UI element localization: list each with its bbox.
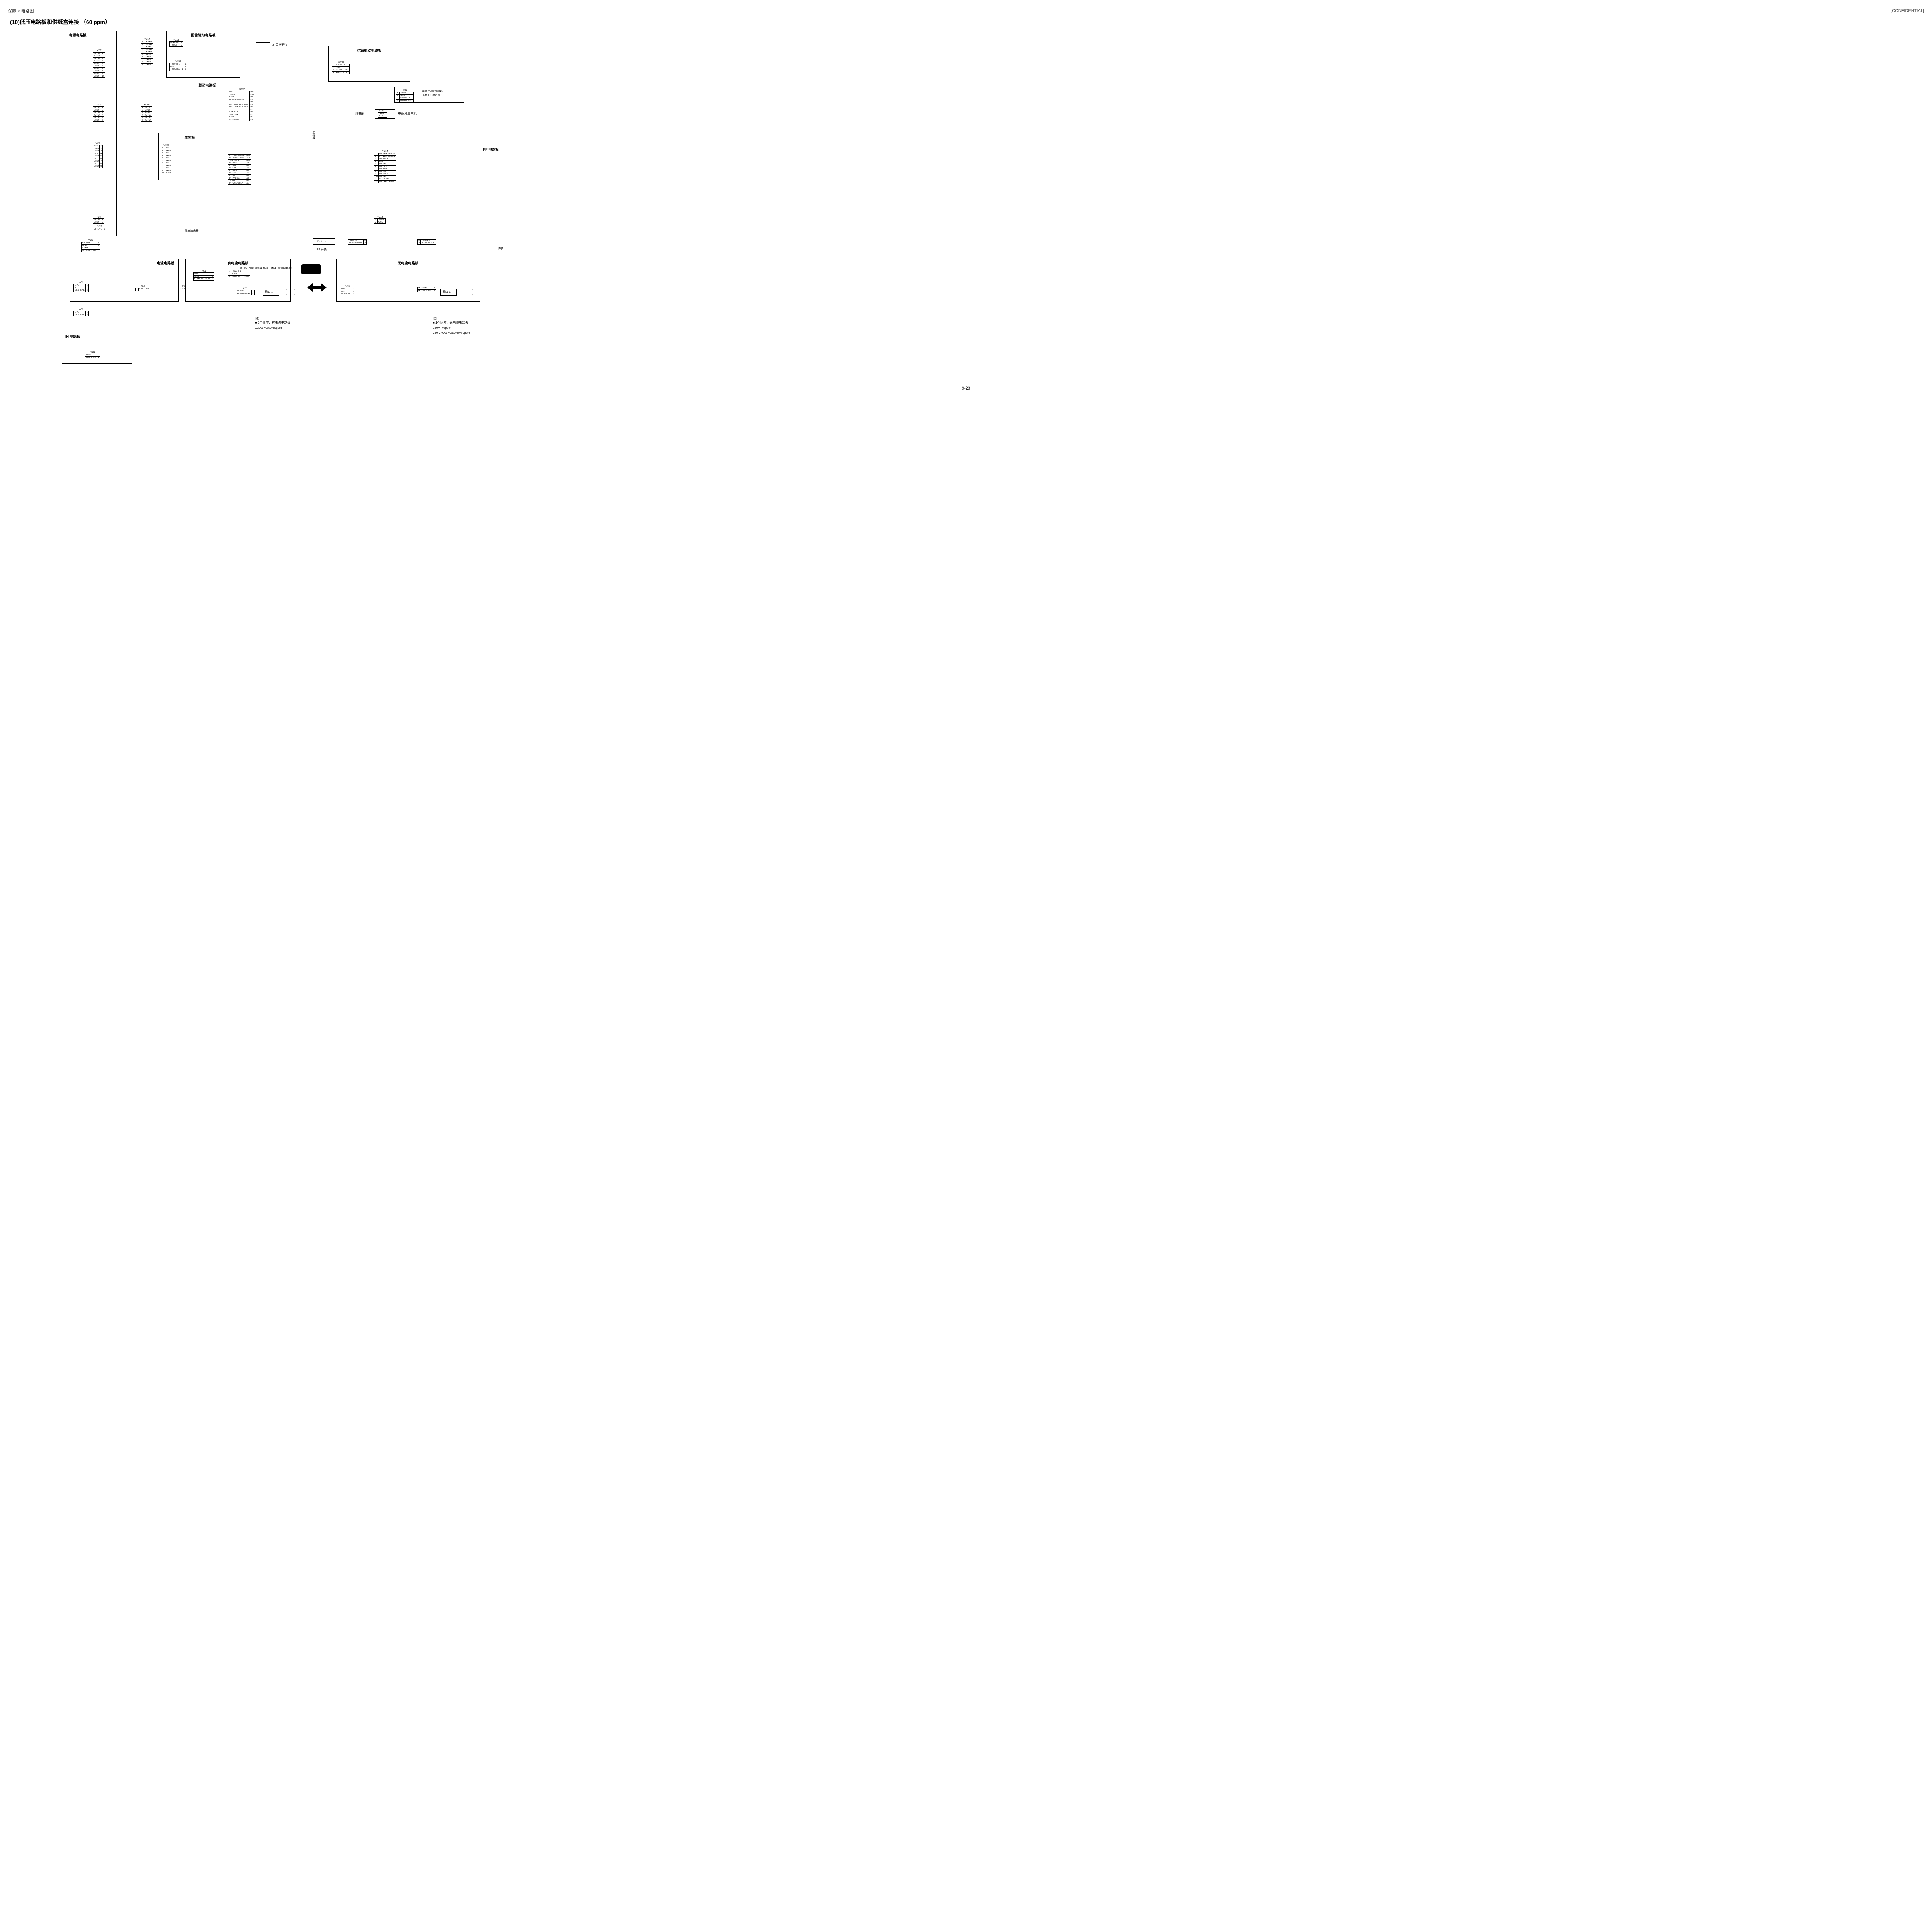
plug-icon-2 (464, 289, 473, 295)
connector-yc1-nc: YC1LIVE1N.C.2NEUTRAL3 (340, 286, 355, 296)
note-right-header: [注] (433, 316, 470, 321)
page-number: 9-23 (8, 386, 1924, 391)
connector-yc10: YC101+24V4 F12GND3ISOMG OUT4+24V3 IL2 F1 (332, 61, 350, 74)
connector-yc1-pfac: AC LIVE1AC NEUTRAL2 (348, 239, 367, 245)
note-left-line1: ■ 1个插座，有电流电路板 (255, 321, 291, 326)
pf-switch-2-label: PF 开关 (317, 248, 327, 252)
pf-board-title: PF 电路板 (483, 147, 499, 152)
note-right: [注] ■ 1个插座，无电流电路板 120V: 70ppm 220-240V: … (433, 316, 470, 336)
connector-pf-ac: 1AC LIVE2AC NEUTRAL (417, 239, 436, 245)
connector-yc5: YC5CH LIVE1 (93, 226, 106, 231)
ih-board-title: IH 电路板 (65, 334, 132, 339)
connector-yc1-ih: YC1LIVE1NEUTRAL2 (85, 351, 100, 359)
pf-switch-1-label: PF 开关 (317, 239, 327, 243)
connector-yc8: YC8+24V41GND2+24V33+24V44+24V45GND6 (93, 104, 104, 122)
current-board-title: 电流电路板 (157, 260, 174, 265)
connector-yc1-wc3: YC1AC LIVE1AC NEUTRAL2 (236, 287, 255, 295)
connector-yc1-wc: YC1+5V21GND2CURRENT MON3 (193, 270, 214, 281)
note-right-line1: ■ 1个插座，无电流电路板 (433, 321, 470, 326)
plug-icon (286, 289, 295, 295)
connector-yc12a: YC12N.C.B12TEMPB11GNDB10HUMTEMP CLKB9B8L… (228, 88, 255, 121)
connector-yc1-nc2: AC LIVE1AC NEUTRAL2 (417, 287, 436, 292)
connector-yc7: YC7+24V31+24V32+24V23+24V24GND5GND6GND7G… (93, 50, 105, 78)
connector-yc16: YC161+5V22GND3GND4+24V25+24V46+24V4 (141, 104, 152, 122)
connector-yc14: YC141+24V42+24V33+24V34+24V25+24V26GND7G… (141, 38, 153, 66)
note-left: [注] ■ 1个插座，有电流电路板 120V: 40/50/60ppm (255, 316, 291, 331)
connector-yc15: YC15+24V3 IL1+24V32 (169, 39, 183, 47)
relay-label: 继电器 (355, 112, 364, 116)
section-title: (10)低压电路板和供纸盒连接 （60 ppm） (10, 18, 1924, 26)
confidential-label: [CONFIDENTIAL] (1891, 9, 1924, 13)
circuit-diagram: 电源电路板 图像驱动电路板 供纸驱动电路板 右盖板开关 驱动电路板 主控板 温度… (23, 31, 564, 378)
connector-yc3: YC3LIVE1NEUTRAL2 (73, 309, 89, 316)
connector-yc9: YC95V31GND2GND35V34GND55V26GND75V28GND9 (93, 143, 103, 168)
double-arrow-icon (307, 282, 327, 293)
connector-yc13: YC131+24V22GND (374, 216, 386, 224)
power-board-title: 电源电路板 (39, 32, 116, 37)
switch-photo (301, 264, 321, 274)
pf-label: PF (498, 247, 503, 251)
top-bar: 保养 > 电路图 [CONFIDENTIAL] (8, 8, 1924, 15)
connector-tb1: TB1LIVE IN1 (178, 286, 190, 291)
relay-dest-text: 至（6）供纸驱动电路板）（供纸驱动电路板） (240, 266, 294, 270)
ps-fan-label: 电源风扇电机 (398, 112, 417, 116)
breadcrumb: 保养 > 电路图 (8, 8, 34, 14)
main-board-title: 主控板 (159, 135, 221, 140)
socket-2-label: 插口 1 (443, 290, 451, 294)
no-current-board: 无电流电路板 (336, 259, 480, 302)
right-cover-switch (256, 42, 270, 48)
connector-yc14-pf: YC141PF VER SENS22PF VER SENS13+3.3V2 F1… (374, 150, 396, 183)
connector-fan: +24VGNDALM (378, 110, 387, 118)
note-left-header: [注] (255, 316, 291, 321)
current-board: 电流电路板 (70, 259, 179, 302)
connector-yc1-curr: YC1LIVE1N.C.2NEUTRAL3 (73, 282, 89, 292)
with-current-board-title: 有电流电路板 (186, 260, 290, 265)
socket-1-label: 插口 1 (265, 290, 273, 294)
cassette-heater-label: 纸盒加热器 (176, 229, 207, 233)
connector-yc1-wc2: 1+5V2_F12GND3CURRENT_MON (228, 270, 250, 278)
note-right-line2: 120V: 70ppm (433, 326, 470, 331)
connector-yc17: YC17+24V4 F11GND2+24V3 IL2 F13 (169, 61, 187, 71)
connector-yc12b: PF VER SENS2A12PF VER SENS1A11+3.3V2 F1A… (228, 154, 251, 185)
no-current-board-title: 无电流电路板 (337, 260, 480, 265)
connector-yc29: YC2915V2GND35V4GND55V6GND75V8GND95V10GND… (161, 145, 172, 175)
drive-board-title: 驱动电路板 (139, 83, 275, 88)
note-left-line2: 120V: 40/50/60ppm (255, 326, 291, 331)
main-board-side-label: 主控板 (311, 131, 315, 139)
note-right-line3: 220-240V: 40/50/60/70ppm (433, 331, 470, 336)
connector-tb2: TB21LIVE OUT (135, 286, 150, 291)
temp-hum-label: 温度 / 湿度传感器 （用于机器外部） (422, 89, 443, 97)
connector-yc1-pwr: YC1CH LIVE1N.C.2+24V43CH NEUTRAL4 (81, 239, 100, 252)
connector-yc6: YC6+24V21GND2 (93, 216, 104, 224)
connector-yc1-temp: YC14TEMP3GND2ISOMG OUT1HUMID CLK (396, 89, 414, 102)
cassette-heater: 纸盒加热器 (176, 226, 207, 236)
image-drive-board-title: 图像驱动电路板 (167, 32, 240, 37)
right-cover-switch-label: 右盖板开关 (272, 43, 288, 47)
feed-drive-board-title: 供纸驱动电路板 (329, 48, 410, 53)
